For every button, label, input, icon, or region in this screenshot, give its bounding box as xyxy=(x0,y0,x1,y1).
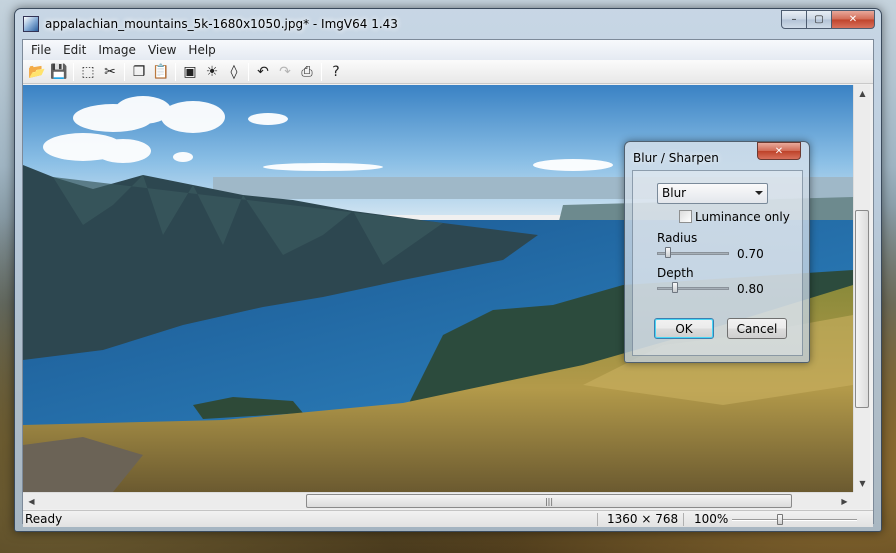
status-text: Ready xyxy=(25,512,63,526)
minimize-button[interactable]: – xyxy=(781,10,807,29)
mode-dropdown[interactable]: Blur xyxy=(657,183,768,204)
blur-drop-icon[interactable]: ◊ xyxy=(223,62,245,82)
toolbar-separator xyxy=(175,62,176,81)
horizontal-scrollbar[interactable]: ◀ ||| ▶ xyxy=(23,492,853,509)
image-dimensions: 1360 × 768 xyxy=(607,512,679,526)
menu-bar: File Edit Image View Help xyxy=(23,40,873,60)
undo-icon[interactable]: ↶ xyxy=(252,62,274,82)
crop-icon[interactable]: ✂ xyxy=(99,62,121,82)
scroll-down-arrow-icon[interactable]: ▼ xyxy=(854,475,871,492)
blur-sharpen-dialog: Blur / Sharpen ✕ Blur Luminance only Rad… xyxy=(624,141,810,363)
radius-label: Radius xyxy=(657,231,698,245)
vertical-scroll-thumb[interactable] xyxy=(855,210,869,408)
ok-button[interactable]: OK xyxy=(654,318,714,339)
menu-view[interactable]: View xyxy=(142,43,182,57)
dialog-title: Blur / Sharpen xyxy=(633,151,719,165)
cancel-button[interactable]: Cancel xyxy=(727,318,787,339)
menu-file[interactable]: File xyxy=(25,43,57,57)
dialog-body: Blur Luminance only Radius 0.70 Depth 0.… xyxy=(632,170,803,356)
toolbar: 📂 💾 ⬚ ✂ ❐ 📋 ▣ ☀ ◊ ↶ ↷ ⎙ ? xyxy=(23,60,873,84)
menu-edit[interactable]: Edit xyxy=(57,43,92,57)
status-separator xyxy=(683,513,684,526)
horizontal-scroll-thumb[interactable]: ||| xyxy=(306,494,792,508)
menu-help[interactable]: Help xyxy=(182,43,221,57)
toolbar-separator xyxy=(321,62,322,81)
resize-icon[interactable]: ▣ xyxy=(179,62,201,82)
title-bar[interactable]: appalachian_mountains_5k-1680x1050.jpg* … xyxy=(15,9,881,39)
depth-value: 0.80 xyxy=(737,282,764,296)
copy-icon[interactable]: ❐ xyxy=(128,62,150,82)
chevron-down-icon xyxy=(755,191,763,195)
print-icon[interactable]: ⎙ xyxy=(296,62,318,82)
select-icon[interactable]: ⬚ xyxy=(77,62,99,82)
scroll-corner xyxy=(853,492,870,509)
paste-icon[interactable]: 📋 xyxy=(150,62,172,82)
scroll-right-arrow-icon[interactable]: ▶ xyxy=(836,493,853,510)
toolbar-separator xyxy=(124,62,125,81)
help-icon[interactable]: ? xyxy=(325,62,347,82)
mode-dropdown-value: Blur xyxy=(662,186,687,200)
close-button[interactable]: ✕ xyxy=(831,10,875,29)
zoom-slider-thumb[interactable] xyxy=(777,514,783,525)
toolbar-separator xyxy=(73,62,74,81)
save-icon[interactable]: 💾 xyxy=(48,62,70,82)
menu-image[interactable]: Image xyxy=(92,43,142,57)
status-bar: Ready 1360 × 768 100% xyxy=(23,510,873,527)
radius-slider-thumb[interactable] xyxy=(665,247,671,258)
maximize-button[interactable]: ▢ xyxy=(806,10,832,29)
zoom-slider-track[interactable] xyxy=(732,519,857,521)
depth-slider-track[interactable] xyxy=(657,287,729,290)
radius-value: 0.70 xyxy=(737,247,764,261)
dialog-close-button[interactable]: ✕ xyxy=(757,142,801,160)
caption-buttons: – ▢ ✕ xyxy=(781,10,875,29)
depth-slider-thumb[interactable] xyxy=(672,282,678,293)
window-title: appalachian_mountains_5k-1680x1050.jpg* … xyxy=(45,17,398,31)
scroll-up-arrow-icon[interactable]: ▲ xyxy=(854,85,871,102)
vertical-scrollbar[interactable]: ▲ ▼ xyxy=(853,85,870,492)
open-icon[interactable]: 📂 xyxy=(26,62,48,82)
depth-label: Depth xyxy=(657,266,694,280)
app-icon[interactable] xyxy=(23,16,39,32)
luminance-only-checkbox[interactable] xyxy=(679,210,692,223)
zoom-level: 100% xyxy=(694,512,729,526)
luminance-only-label[interactable]: Luminance only xyxy=(695,210,790,224)
scroll-left-arrow-icon[interactable]: ◀ xyxy=(23,493,40,510)
status-separator xyxy=(597,513,598,526)
brightness-icon[interactable]: ☀ xyxy=(201,62,223,82)
toolbar-separator xyxy=(248,62,249,81)
redo-icon[interactable]: ↷ xyxy=(274,62,296,82)
